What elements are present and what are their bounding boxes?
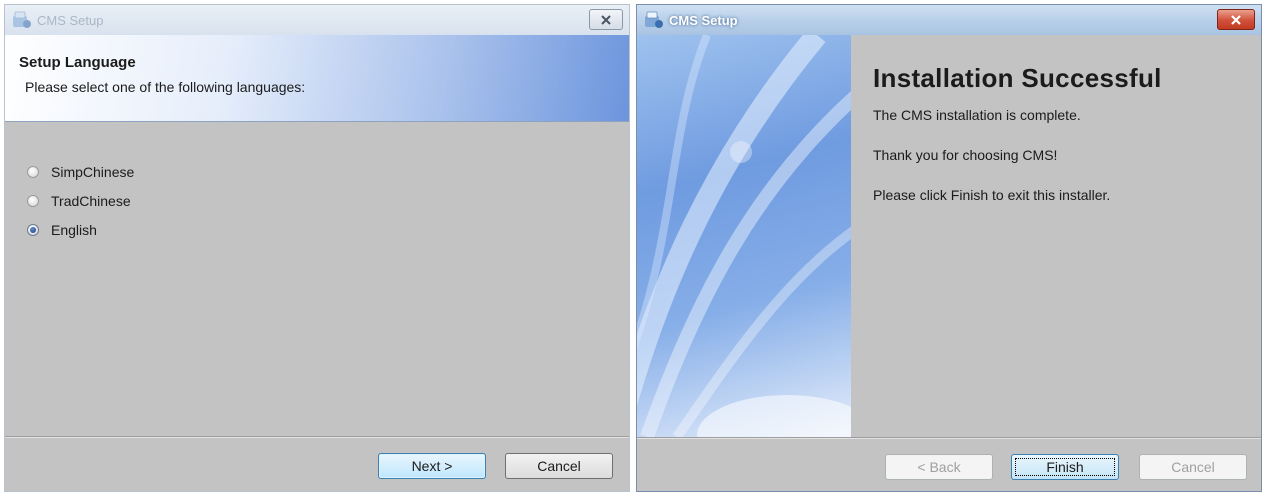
finish-button[interactable]: Finish [1011, 454, 1119, 480]
wizard-side-image [637, 35, 851, 437]
radio-label: TradChinese [51, 193, 131, 209]
window-title: CMS Setup [669, 13, 738, 28]
cancel-button-label: Cancel [537, 458, 581, 474]
page-title: Installation Successful [873, 63, 1162, 93]
radio-option-tradchinese[interactable]: TradChinese [27, 193, 131, 209]
radio-button-selected[interactable] [27, 224, 39, 236]
next-button[interactable]: Next > [378, 453, 486, 479]
app-icon [13, 11, 31, 28]
dialog-body: SimpChinese TradChinese English Next > C… [5, 122, 629, 491]
finish-button-label: Finish [1046, 459, 1084, 475]
installation-complete-window: CMS Setup Installation Successful The CM… [636, 4, 1262, 492]
radio-option-simpchinese[interactable]: SimpChinese [27, 164, 134, 180]
radio-label: English [51, 222, 97, 238]
radio-label: SimpChinese [51, 164, 135, 180]
footer-divider [5, 436, 629, 438]
setup-language-window: CMS Setup Setup Language Please select o… [4, 4, 630, 492]
cancel-button-label: Cancel [1171, 459, 1215, 475]
status-line-thanks: Thank you for choosing CMS! [873, 147, 1058, 163]
close-button[interactable] [589, 9, 623, 30]
header-subtitle: Please select one of the following langu… [25, 79, 306, 95]
content-area [851, 35, 1261, 437]
window-title: CMS Setup [37, 13, 104, 28]
next-button-label: Next > [411, 458, 453, 474]
footer-divider [637, 437, 1261, 439]
close-icon [1231, 14, 1241, 25]
close-icon [601, 14, 611, 25]
header-banner: Setup Language Please select one of the … [5, 35, 629, 122]
title-bar[interactable]: CMS Setup [637, 5, 1261, 35]
cancel-button[interactable]: Cancel [505, 453, 613, 479]
status-line-complete: The CMS installation is complete. [873, 107, 1081, 123]
radio-option-english[interactable]: English [27, 222, 97, 238]
close-button[interactable] [1217, 9, 1255, 30]
app-icon [645, 11, 663, 28]
cancel-button[interactable]: Cancel [1139, 454, 1247, 480]
back-button[interactable]: < Back [885, 454, 993, 480]
header-title: Setup Language [19, 54, 136, 71]
status-line-instructions: Please click Finish to exit this install… [873, 187, 1111, 203]
decorative-swirl-art [637, 35, 851, 437]
back-button-label: < Back [917, 459, 961, 475]
radio-button[interactable] [27, 166, 39, 178]
radio-button[interactable] [27, 195, 39, 207]
title-bar[interactable]: CMS Setup [5, 5, 629, 35]
